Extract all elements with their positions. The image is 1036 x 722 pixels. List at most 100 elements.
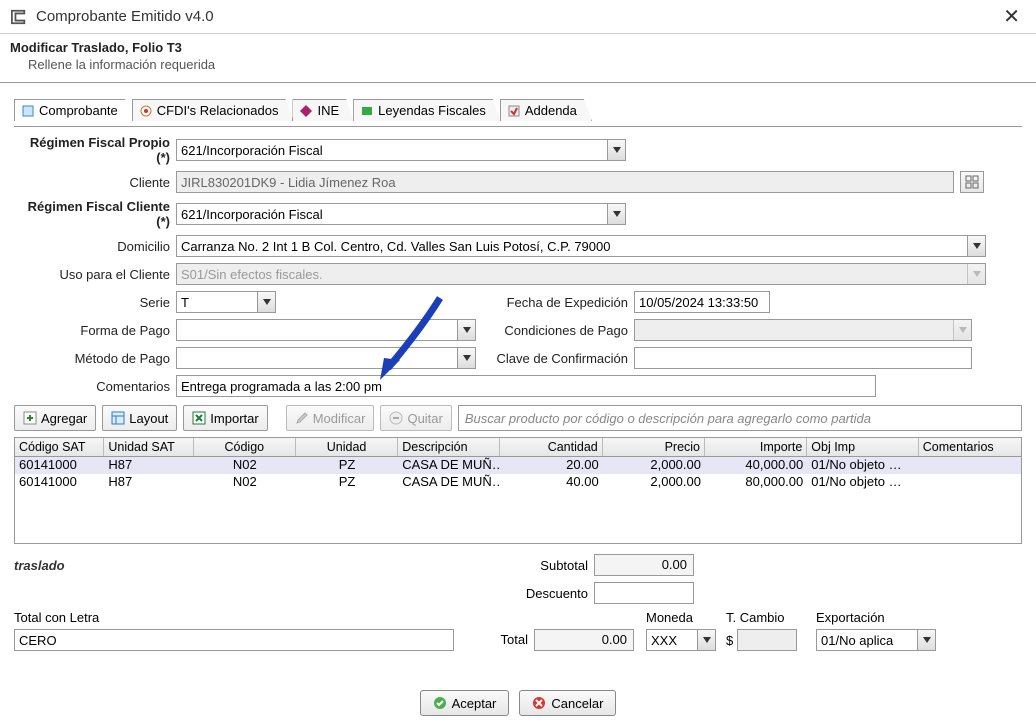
page-header: Modificar Traslado, Folio T3 Rellene la … (0, 34, 1036, 83)
chevron-down-icon[interactable] (607, 140, 625, 160)
chevron-down-icon[interactable] (457, 320, 475, 340)
forma-pago-select[interactable] (176, 319, 476, 341)
condiciones-select[interactable] (634, 319, 972, 341)
descuento-value (594, 582, 694, 604)
fecha-label: Fecha de Expedición (476, 295, 634, 310)
tab-addenda[interactable]: Addenda (500, 99, 592, 121)
forma-pago-value[interactable] (176, 319, 476, 341)
tab-label: INE (317, 103, 339, 118)
total-label: Total (474, 632, 534, 651)
close-button[interactable]: ✕ (997, 4, 1026, 29)
btn-label: Layout (129, 411, 168, 426)
traslado-label: traslado (14, 558, 494, 573)
plugin-icon (507, 104, 521, 118)
diamond-icon (299, 104, 313, 118)
col-header[interactable]: Cantidad (500, 438, 602, 456)
chevron-down-icon[interactable] (697, 630, 715, 650)
book-icon (360, 104, 374, 118)
col-header[interactable]: Unidad (296, 438, 398, 456)
regimen-propio-value[interactable] (176, 139, 626, 161)
search-client-button[interactable] (960, 171, 984, 193)
layout-button[interactable]: Layout (102, 405, 177, 431)
chevron-down-icon[interactable] (457, 348, 475, 368)
serie-label: Serie (14, 295, 176, 310)
tab-label: Leyendas Fiscales (378, 103, 486, 118)
tcambio-label: T. Cambio (726, 610, 816, 625)
col-header[interactable]: Importe (705, 438, 807, 456)
cliente-label: Cliente (14, 175, 176, 190)
col-header[interactable]: Unidad SAT (104, 438, 193, 456)
line-items-table: Código SAT Unidad SAT Código Unidad Desc… (14, 437, 1022, 544)
tab-label: Addenda (525, 103, 577, 118)
col-header[interactable]: Código SAT (15, 438, 104, 456)
condiciones-value (634, 319, 972, 341)
btn-label: Cancelar (551, 696, 603, 711)
col-header[interactable]: Precio (603, 438, 705, 456)
uso-label: Uso para el Cliente (14, 267, 176, 282)
fecha-field[interactable] (634, 291, 770, 313)
aceptar-button[interactable]: Aceptar (420, 690, 510, 716)
regimen-cliente-label: Régimen Fiscal Cliente (*) (14, 199, 176, 229)
moneda-select[interactable] (646, 629, 716, 651)
search-product-input[interactable]: Buscar producto por código o descripción… (458, 405, 1022, 431)
export-label: Exportación (816, 610, 946, 625)
chevron-down-icon[interactable] (257, 292, 275, 312)
window-title: Comprobante Emitido v4.0 (36, 8, 997, 25)
tab-ine[interactable]: INE (292, 99, 354, 121)
serie-select[interactable] (176, 291, 276, 313)
table-row[interactable]: 60141000 H87 N02 PZ CASA DE MUÑ… 20.00 2… (15, 457, 1021, 474)
toolbar: Agregar Layout Importar Modificar Quitar… (14, 405, 1022, 431)
subtotal-value: 0.00 (594, 554, 694, 576)
domicilio-select[interactable] (176, 235, 986, 257)
plus-icon (23, 411, 37, 425)
col-header[interactable]: Obj Imp (807, 438, 919, 456)
table-row[interactable]: 60141000 H87 N02 PZ CASA DE MUÑ… 40.00 2… (15, 474, 1021, 491)
pencil-icon (295, 411, 309, 425)
currency-prefix: $ (726, 633, 733, 648)
importar-button[interactable]: Importar (183, 405, 267, 431)
comentarios-label: Comentarios (14, 379, 176, 394)
table-header: Código SAT Unidad SAT Código Unidad Desc… (15, 438, 1021, 457)
totals-area: traslado Subtotal 0.00 Descuento Total c… (14, 554, 1022, 651)
col-header[interactable]: Comentarios (919, 438, 1021, 456)
tab-leyendas[interactable]: Leyendas Fiscales (353, 99, 501, 121)
total-value: 0.00 (534, 629, 634, 651)
metodo-pago-label: Método de Pago (14, 351, 176, 366)
table-body: 60141000 H87 N02 PZ CASA DE MUÑ… 20.00 2… (15, 457, 1021, 543)
domicilio-value[interactable] (176, 235, 986, 257)
regimen-cliente-value[interactable] (176, 203, 626, 225)
export-select[interactable] (816, 629, 936, 651)
cancel-icon (532, 696, 546, 710)
metodo-pago-value[interactable] (176, 347, 476, 369)
btn-label: Modificar (313, 411, 366, 426)
regimen-propio-select[interactable] (176, 139, 626, 161)
search-icon (965, 175, 979, 189)
app-logo-icon (10, 9, 28, 25)
regimen-cliente-select[interactable] (176, 203, 626, 225)
descuento-label: Descuento (494, 586, 594, 601)
link-icon (139, 104, 153, 118)
tab-comprobante[interactable]: Comprobante (14, 99, 133, 121)
cancelar-button[interactable]: Cancelar (519, 690, 616, 716)
chevron-down-icon[interactable] (967, 236, 985, 256)
titlebar: Comprobante Emitido v4.0 ✕ (0, 0, 1036, 34)
clave-field[interactable] (634, 347, 972, 369)
total-letra-field[interactable] (14, 629, 454, 651)
btn-label: Quitar (407, 411, 442, 426)
chevron-down-icon[interactable] (607, 204, 625, 224)
comentarios-field[interactable] (176, 375, 876, 397)
tab-cfdi[interactable]: CFDI's Relacionados (132, 99, 294, 121)
agregar-button[interactable]: Agregar (14, 405, 96, 431)
excel-icon (192, 411, 206, 425)
uso-select (176, 263, 986, 285)
quitar-button: Quitar (380, 405, 451, 431)
tab-strip: Comprobante CFDI's Relacionados INE Leye… (14, 97, 1022, 121)
col-header[interactable]: Código (194, 438, 296, 456)
chevron-down-icon[interactable] (917, 630, 935, 650)
btn-label: Agregar (41, 411, 87, 426)
check-icon (433, 696, 447, 710)
subtotal-label: Subtotal (494, 558, 594, 573)
layout-icon (111, 411, 125, 425)
metodo-pago-select[interactable] (176, 347, 476, 369)
col-header[interactable]: Descripción (398, 438, 500, 456)
